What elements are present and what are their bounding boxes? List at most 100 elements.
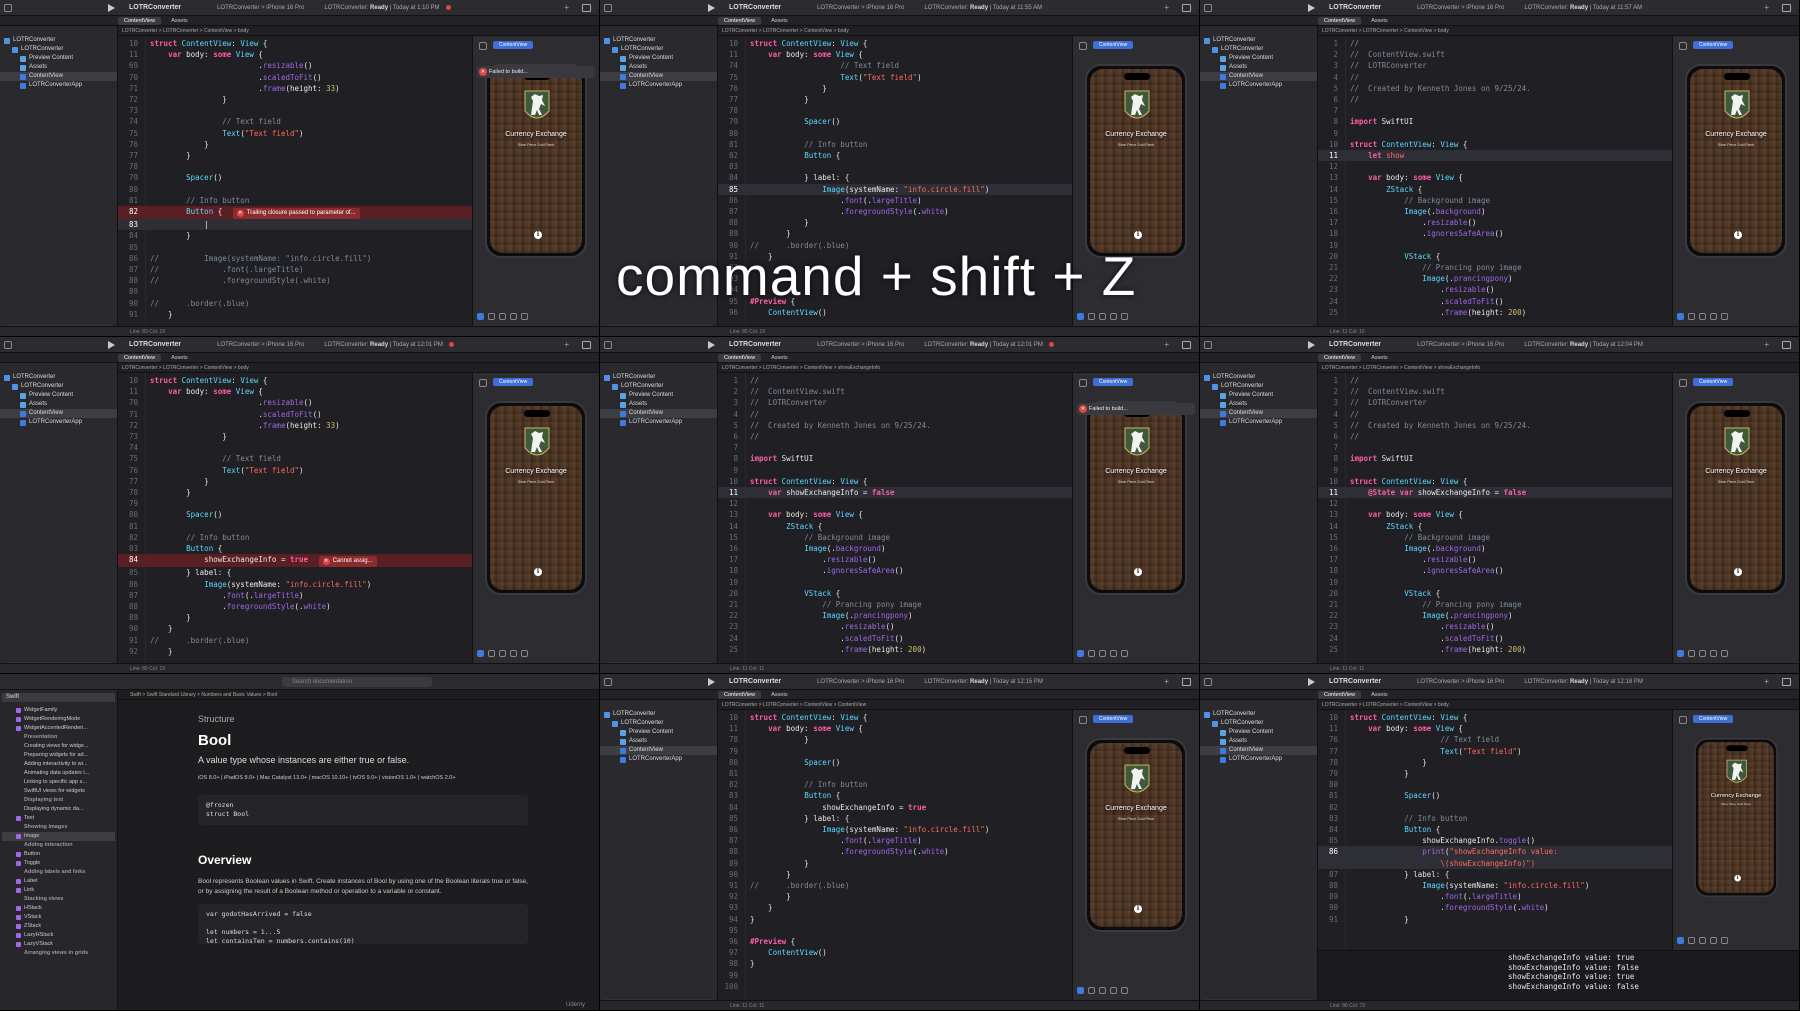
code-line[interactable]: 89 }	[118, 612, 473, 623]
editor-tab[interactable]: Assets	[765, 17, 794, 25]
code-editor[interactable]: 10 struct ContentView: View {11 var body:…	[1318, 710, 1673, 950]
doc-sidebar-item[interactable]: Preparing widgets for ad...	[2, 751, 115, 760]
code-line[interactable]: 11 @State var showExchangeInfo = false	[1318, 487, 1673, 499]
code-line[interactable]: 19	[1318, 240, 1673, 251]
doc-sidebar-item[interactable]: Adding labels and links	[2, 868, 115, 877]
inspector-toggle-icon[interactable]	[1782, 678, 1791, 686]
code-line[interactable]: 75 Text("Text field")	[718, 72, 1073, 83]
preview-tab[interactable]: ContentView	[1093, 715, 1134, 723]
code-line[interactable]: 10 struct ContentView: View {	[718, 38, 1073, 49]
scheme-selector[interactable]: LOTRConverter > iPhone 16 Pro	[1417, 5, 1504, 11]
doc-sidebar-item[interactable]: Button	[2, 850, 115, 859]
code-line[interactable]: 90 }	[718, 869, 1073, 880]
run-button[interactable]	[1308, 340, 1315, 349]
code-line[interactable]: 6 //	[718, 431, 1073, 442]
code-line[interactable]: 85 } label: {	[118, 567, 473, 578]
editor-breadcrumb[interactable]: LOTRConverter > LOTRConverter > ContentV…	[118, 364, 599, 373]
code-line[interactable]: 88 }	[718, 217, 1073, 228]
sidebar-toggle-icon[interactable]	[1204, 340, 1212, 349]
navigator-item[interactable]: Preview Content	[1200, 54, 1317, 63]
editor-tab[interactable]: ContentView	[718, 690, 762, 699]
code-line[interactable]: 81 // Info button	[718, 139, 1073, 150]
canvas-control-icon[interactable]	[1710, 937, 1717, 944]
code-editor[interactable]: 10 struct ContentView: View {11 var body:…	[718, 710, 1073, 1000]
code-line[interactable]: 11 var body: some View {	[718, 49, 1073, 60]
code-line[interactable]: 85 showExchangeInfo.toggle()	[1318, 835, 1673, 846]
sidebar-toggle-icon[interactable]	[604, 677, 612, 686]
code-line[interactable]: 1 //	[718, 375, 1073, 386]
code-editor[interactable]: 1 // 2 // ContentView.swift 3 // LOTRConverte…	[1318, 373, 1673, 663]
pin-icon[interactable]	[1079, 716, 1087, 724]
code-line[interactable]: 82	[1318, 802, 1673, 813]
code-line[interactable]: 100	[718, 981, 1073, 992]
code-line[interactable]: 20 VStack {	[1318, 251, 1673, 262]
doc-sidebar-item[interactable]: SwiftUI views for widgets	[2, 787, 115, 796]
navigator-item[interactable]: Preview Content	[600, 54, 717, 63]
editor-tab[interactable]: Assets	[1365, 17, 1394, 25]
navigator-item[interactable]: LOTRConverter	[600, 710, 717, 719]
navigator-item[interactable]: LOTRConverter	[600, 373, 717, 382]
doc-sidebar-item[interactable]: LazyHStack	[2, 931, 115, 940]
navigator-item[interactable]: ContentView	[0, 72, 117, 81]
preview-tab[interactable]: ContentView	[1693, 41, 1734, 49]
info-icon[interactable]: i	[534, 231, 542, 239]
navigator-item[interactable]: LOTRConverter	[600, 382, 717, 391]
scheme-selector[interactable]: LOTRConverter > iPhone 16 Pro	[817, 5, 904, 11]
code-line[interactable]: 5 // Created by Kenneth Jones on 9/25/24.	[718, 420, 1073, 431]
code-line[interactable]: 10 struct ContentView: View {	[718, 712, 1073, 723]
doc-sidebar-filter[interactable]: Swift	[2, 693, 115, 702]
code-line[interactable]: 72 }	[118, 94, 473, 105]
code-line[interactable]: 6 //	[1318, 94, 1673, 105]
code-line[interactable]: 76 Text("Text field")	[118, 465, 473, 476]
code-line[interactable]: 95	[718, 925, 1073, 936]
code-line[interactable]: 10 struct ContentView: View {	[118, 375, 473, 386]
canvas-control-icon[interactable]	[1710, 313, 1717, 320]
preview-tab[interactable]: ContentView	[493, 378, 534, 386]
code-line[interactable]: 91 // .border(.blue)	[118, 635, 473, 646]
code-line[interactable]: 79 Spacer()	[118, 172, 473, 183]
code-line[interactable]: 4 //	[1318, 72, 1673, 83]
code-line[interactable]: 25 .frame(height: 200)	[1318, 307, 1673, 318]
run-button[interactable]	[1308, 3, 1315, 12]
canvas-control-icon[interactable]	[1721, 937, 1728, 944]
code-line[interactable]: 77 Text("Text field")	[1318, 746, 1673, 757]
code-line[interactable]: 18 .ignoresSafeArea()	[1318, 565, 1673, 576]
code-line[interactable]: 15 // Background image	[718, 532, 1073, 543]
code-line[interactable]: 89 .font(.largeTitle)	[1318, 891, 1673, 902]
code-line[interactable]: 4 //	[718, 409, 1073, 420]
navigator-item[interactable]: LOTRConverter	[1200, 373, 1317, 382]
doc-sidebar-item[interactable]: Label	[2, 877, 115, 886]
code-line[interactable]: 83 |	[118, 219, 473, 231]
inspector-toggle-icon[interactable]	[1782, 341, 1791, 349]
doc-sidebar-item[interactable]: Displaying text	[2, 796, 115, 805]
editor-breadcrumb[interactable]: LOTRConverter > LOTRConverter > ContentV…	[718, 27, 1199, 36]
code-line[interactable]: 8 import SwiftUI	[718, 453, 1073, 464]
canvas-control-icon[interactable]	[1099, 987, 1106, 994]
doc-sidebar-item[interactable]: Adding interaction	[2, 841, 115, 850]
code-line[interactable]: 87 .font(.largeTitle)	[718, 835, 1073, 846]
code-line[interactable]: 98}	[718, 958, 1073, 969]
add-icon[interactable]: +	[1764, 340, 1769, 349]
code-line[interactable]: 14 ZStack {	[1318, 521, 1673, 532]
navigator-item[interactable]: ContentView	[600, 746, 717, 755]
code-line[interactable]: 82 // Info button	[118, 532, 473, 543]
code-line[interactable]: 23 .resizable()	[1318, 621, 1673, 632]
navigator-item[interactable]: LOTRConverter	[1200, 45, 1317, 54]
navigator-item[interactable]: ContentView	[1200, 72, 1317, 81]
navigator-item[interactable]: Assets	[1200, 737, 1317, 746]
code-line[interactable]: 5 // Created by Kenneth Jones on 9/25/24.	[1318, 420, 1673, 431]
code-line[interactable]: 83 Button {	[118, 543, 473, 554]
code-line[interactable]: 88 // .foregroundStyle(.white)	[118, 275, 473, 286]
code-line[interactable]: 86 .font(.largeTitle)	[718, 195, 1073, 206]
navigator-item[interactable]: Assets	[1200, 63, 1317, 72]
code-line[interactable]: 24 .scaledToFit()	[1318, 296, 1673, 307]
add-icon[interactable]: +	[1764, 3, 1769, 12]
doc-sidebar-item[interactable]: Link	[2, 886, 115, 895]
doc-sidebar-item[interactable]: Text	[2, 814, 115, 823]
canvas-control-icon[interactable]	[1677, 937, 1684, 944]
code-line[interactable]: 19	[718, 577, 1073, 588]
code-line[interactable]: 97 ContentView()	[718, 947, 1073, 958]
code-line[interactable]: 18 .ignoresSafeArea()	[718, 565, 1073, 576]
navigator-item[interactable]: LOTRConverter	[600, 45, 717, 54]
code-line[interactable]: 11 var body: some View {	[118, 386, 473, 397]
